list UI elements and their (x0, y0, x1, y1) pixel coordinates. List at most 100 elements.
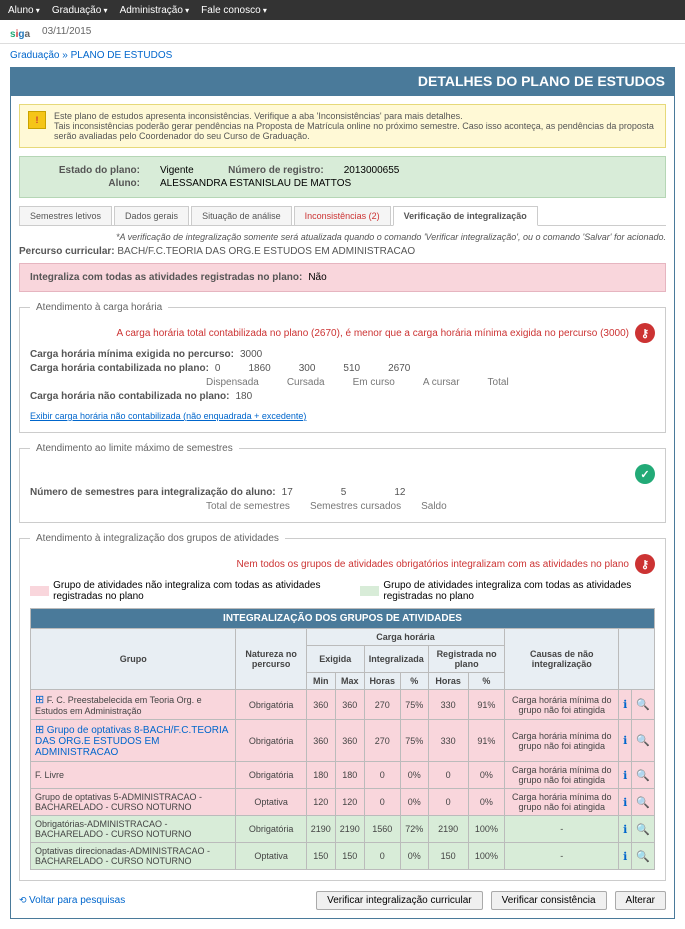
r3v: 180 (235, 391, 252, 402)
table-row: Obrigatórias-ADMINISTRACAO - BACHARELADO… (31, 816, 655, 843)
info-box: Estado do plano: Vigente Número de regis… (19, 156, 666, 198)
back-link[interactable]: ⟲ Voltar para pesquisas (19, 895, 125, 906)
btn-verif-consist[interactable]: Verificar consistência (491, 891, 607, 910)
th-reg: Registrada no plano (428, 646, 505, 673)
expand-icon[interactable]: ⊞ (35, 694, 44, 706)
fs-grupos: Atendimento à integralização dos grupos … (19, 533, 666, 881)
btn-alterar[interactable]: Alterar (615, 891, 666, 910)
group-link[interactable]: Grupo de optativas 8-BACH/F.C.TEORIA DAS… (35, 725, 228, 758)
table-row: ⊞ F. C. Preestabelecida em Teoria Org. e… (31, 690, 655, 720)
error-icon: ⚷ (635, 554, 655, 574)
r2v1: 1860 (248, 363, 270, 374)
topbar: Aluno Graduação Administração Fale conos… (0, 0, 685, 20)
bc-plano[interactable]: PLANO DE ESTUDOS (71, 50, 173, 61)
swatch-green (360, 586, 379, 596)
r2v3: 510 (343, 363, 360, 374)
warn-line1: Este plano de estudos apresenta inconsis… (54, 111, 657, 121)
th-h1: Horas (364, 673, 400, 690)
th-p1: % (400, 673, 428, 690)
info-icon[interactable]: ℹ (623, 770, 627, 782)
info-icon[interactable]: ℹ (623, 699, 627, 711)
th-nat: Natureza no percurso (236, 629, 306, 690)
search-icon[interactable]: 🔍 (636, 735, 650, 747)
bc-graduacao[interactable]: Graduação (10, 50, 59, 61)
table-row: Optativas direcionadas-ADMINISTRACAO - B… (31, 843, 655, 870)
tab-semestres[interactable]: Semestres letivos (19, 206, 112, 225)
menu-graduacao[interactable]: Graduação (52, 5, 108, 16)
sv1: 5 (341, 487, 347, 498)
exibir-link[interactable]: Exibir carga horária não contabilizada (… (30, 411, 306, 421)
th-max: Max (335, 673, 364, 690)
th-exi: Exigida (306, 646, 364, 673)
fs3-err: Nem todos os grupos de atividades obriga… (237, 559, 629, 570)
menu-aluno[interactable]: Aluno (8, 5, 40, 16)
fs-semestres: Atendimento ao limite máximo de semestre… (19, 443, 666, 523)
sh1: Semestres cursados (310, 501, 401, 512)
tab-verificacao[interactable]: Verificação de integralização (393, 206, 538, 226)
tab-dados[interactable]: Dados gerais (114, 206, 189, 225)
date-bar: siga 03/11/2015 (0, 20, 685, 44)
note-text: *A verificação de integralização somente… (19, 232, 666, 242)
fs1-err: A carga horária total contabilizada no p… (116, 328, 629, 339)
estado-label: Estado do plano: (30, 165, 140, 176)
search-icon[interactable]: 🔍 (636, 824, 650, 836)
tabs: Semestres letivos Dados gerais Situação … (19, 206, 666, 226)
btn-verif-integral[interactable]: Verificar integralização curricular (316, 891, 483, 910)
sv0: 17 (282, 487, 293, 498)
percurso-value: BACH/F.C.TEORIA DAS ORG.E ESTUDOS EM ADM… (117, 246, 415, 257)
menu-fale[interactable]: Fale conosco (201, 5, 267, 16)
percurso-label: Percurso curricular: (19, 246, 115, 257)
th-min: Min (306, 673, 335, 690)
r2v4: 2670 (388, 363, 410, 374)
button-row: ⟲ Voltar para pesquisas Verificar integr… (19, 891, 666, 910)
estado-value: Vigente (160, 165, 194, 176)
leg1: Grupo de atividades não integraliza com … (53, 580, 340, 602)
r2h2: Em curso (353, 377, 395, 388)
integra-box: Integraliza com todas as atividades regi… (19, 263, 666, 292)
search-icon[interactable]: 🔍 (636, 770, 650, 782)
tab-inconsist[interactable]: Inconsistências (2) (294, 206, 391, 225)
sh0: Total de semestres (206, 501, 290, 512)
info-icon[interactable]: ℹ (623, 851, 627, 863)
error-icon: ⚷ (635, 323, 655, 343)
warn-line2: Tais inconsistências poderão gerar pendê… (54, 121, 657, 141)
search-icon[interactable]: 🔍 (636, 851, 650, 863)
aluno-value: ALESSANDRA ESTANISLAU DE MATTOS (160, 178, 351, 189)
logo: siga (10, 21, 30, 42)
r1l: Carga horária mínima exigida no percurso… (30, 349, 234, 360)
r1v: 3000 (240, 349, 262, 360)
th-p2: % (468, 673, 505, 690)
fs-grupos-legend: Atendimento à integralização dos grupos … (30, 533, 285, 544)
r2h4: Total (488, 377, 509, 388)
info-icon[interactable]: ℹ (623, 735, 627, 747)
expand-icon[interactable]: ⊞ (35, 724, 44, 736)
search-icon[interactable]: 🔍 (636, 699, 650, 711)
numreg-value: 2013000655 (344, 165, 400, 176)
table-row: Grupo de optativas 5-ADMINISTRACAO - BAC… (31, 789, 655, 816)
th-ch: Carga horária (306, 629, 505, 646)
warning-box: ! Este plano de estudos apresenta incons… (19, 104, 666, 148)
r2v0: 0 (215, 363, 221, 374)
menu-admin[interactable]: Administração (120, 5, 190, 16)
grupos-table: INTEGRALIZAÇÃO DOS GRUPOS DE ATIVIDADES … (30, 608, 655, 870)
numreg-label: Número de registro: (214, 165, 324, 176)
table-row: F. LivreObrigatória18018000%00%Carga hor… (31, 762, 655, 789)
th-causa: Causas de não integralização (505, 629, 619, 690)
info-icon[interactable]: ℹ (623, 797, 627, 809)
sv2: 12 (394, 487, 405, 498)
tab-situacao[interactable]: Situação de análise (191, 206, 292, 225)
r2v2: 300 (299, 363, 316, 374)
table-row: ⊞ Grupo de optativas 8-BACH/F.C.TEORIA D… (31, 720, 655, 762)
search-icon[interactable]: 🔍 (636, 797, 650, 809)
r2l: Carga horária contabilizada no plano: (30, 363, 209, 374)
r3l: Carga horária não contabilizada no plano… (30, 391, 229, 402)
fs-carga-legend: Atendimento à carga horária (30, 302, 168, 313)
page-title: DETALHES DO PLANO DE ESTUDOS (10, 67, 675, 95)
info-icon[interactable]: ℹ (623, 824, 627, 836)
fs-carga: Atendimento à carga horária A carga horá… (19, 302, 666, 433)
swatch-pink (30, 586, 49, 596)
fs-sem-legend: Atendimento ao limite máximo de semestre… (30, 443, 239, 454)
r2h3: A cursar (423, 377, 460, 388)
current-date: 03/11/2015 (42, 26, 91, 37)
th-grupo: Grupo (31, 629, 236, 690)
